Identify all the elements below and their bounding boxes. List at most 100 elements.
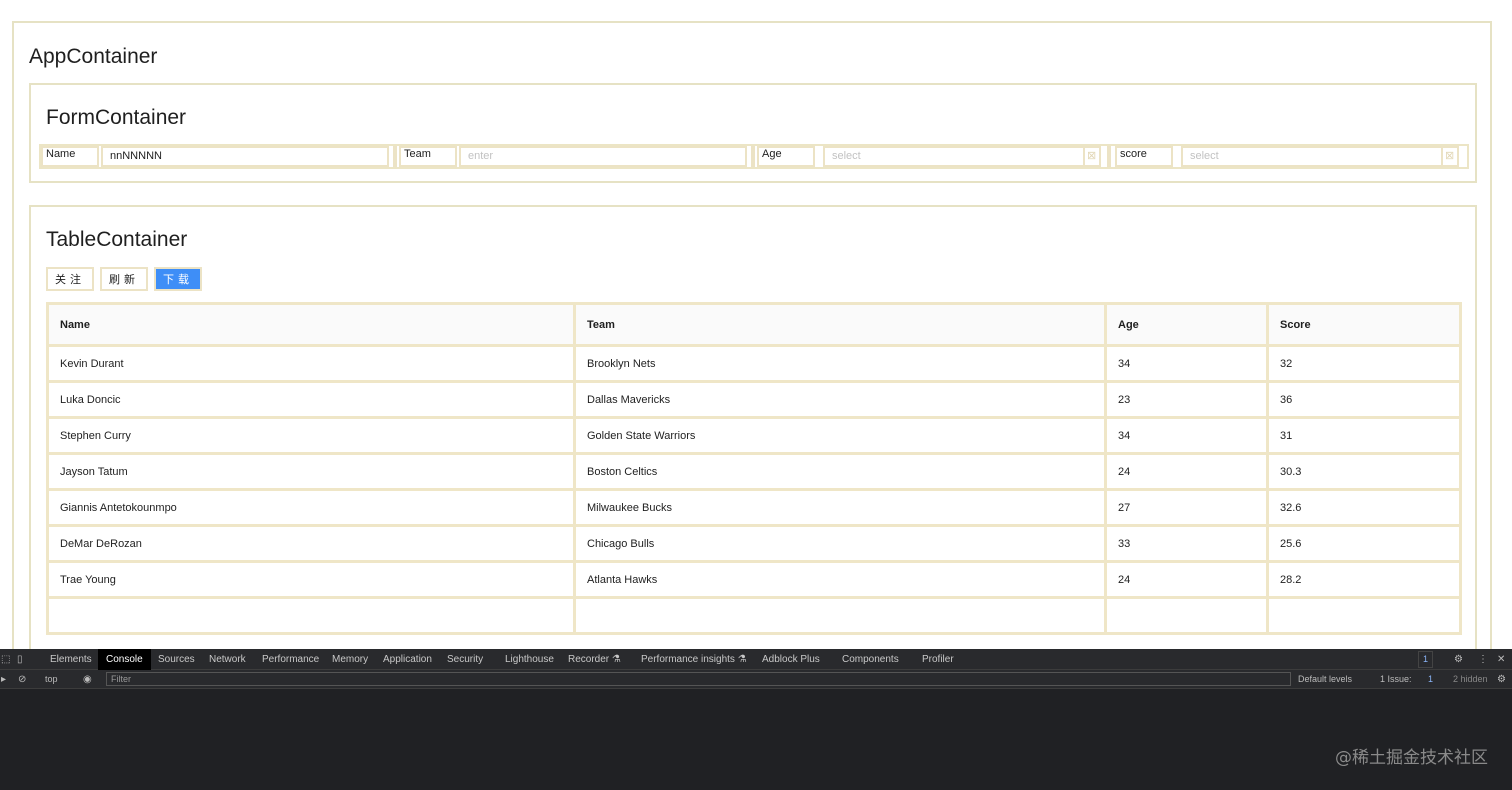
inspect-icon[interactable]: ⬚ xyxy=(1,649,10,670)
devtools-tab-network[interactable]: Network xyxy=(201,649,254,670)
refresh-button[interactable]: 刷新 xyxy=(100,267,148,291)
log-levels-dropdown[interactable]: Default levels xyxy=(1298,670,1352,689)
column-header-score[interactable]: Score xyxy=(1266,302,1462,347)
devtools-tab-sources[interactable]: Sources xyxy=(150,649,203,670)
form-title: FormContainer xyxy=(46,106,187,129)
name-label: Name xyxy=(41,146,99,167)
column-header-age[interactable]: Age xyxy=(1104,302,1269,347)
cell-team: Boston Celtics xyxy=(573,452,1107,491)
cell-score: 25.6 xyxy=(1266,524,1462,563)
devtools-tab-lighthouse[interactable]: Lighthouse xyxy=(497,649,562,670)
cell-age: 27 xyxy=(1104,488,1269,527)
app-container: AppContainer FormContainer Name nnNNNNN … xyxy=(12,21,1492,661)
age-select[interactable]: select xyxy=(823,146,1085,167)
form-row: Name nnNNNNN Team enter Age select score… xyxy=(39,144,1469,169)
team-field: Team enter xyxy=(399,146,749,167)
console-filter-input[interactable]: Filter xyxy=(106,672,1291,686)
cell-score: 28.2 xyxy=(1266,560,1462,599)
table-row[interactable]: Stephen Curry Golden State Warriors 34 3… xyxy=(46,416,1462,455)
sidebar-toggle-icon[interactable]: ▸ xyxy=(1,670,6,689)
devtools-tab-components[interactable]: Components xyxy=(834,649,907,670)
cell-score: 30.3 xyxy=(1266,452,1462,491)
cell-name: Giannis Antetokounmpo xyxy=(46,488,576,527)
table-row[interactable]: Giannis Antetokounmpo Milwaukee Bucks 27… xyxy=(46,488,1462,527)
cell-team: Golden State Warriors xyxy=(573,416,1107,455)
issues-count: 1 xyxy=(1428,674,1434,684)
cell-score: 36 xyxy=(1266,380,1462,419)
score-label: score xyxy=(1115,146,1173,167)
name-input[interactable]: nnNNNNN xyxy=(101,146,389,167)
devtools-tab-performance-insights[interactable]: Performance insights ⚗ xyxy=(633,649,755,670)
follow-button[interactable]: 关注 xyxy=(46,267,94,291)
devtools-tab-profiler[interactable]: Profiler xyxy=(914,649,962,670)
age-label: Age xyxy=(757,146,815,167)
messages-badge[interactable]: 1 xyxy=(1418,651,1434,668)
devtools-tab-security[interactable]: Security xyxy=(439,649,491,670)
watermark: @稀土掘金技术社区 xyxy=(1335,748,1488,768)
devtools-tab-console[interactable]: Console xyxy=(98,649,151,670)
score-select[interactable]: select xyxy=(1181,146,1443,167)
data-table: Name Team Age Score Kevin Durant Brookly… xyxy=(46,302,1462,635)
cell-team: Atlanta Hawks xyxy=(573,560,1107,599)
cell-score xyxy=(1266,596,1462,635)
devtools-tab-adblock-plus[interactable]: Adblock Plus xyxy=(754,649,828,670)
table-row[interactable] xyxy=(46,596,1462,635)
table-header-row: Name Team Age Score xyxy=(46,302,1462,347)
download-button[interactable]: 下载 xyxy=(154,267,202,291)
cell-age xyxy=(1104,596,1269,635)
eye-icon[interactable]: ◉ xyxy=(83,670,92,689)
devtools-tab-recorder[interactable]: Recorder ⚗ xyxy=(560,649,629,670)
table-row[interactable]: Trae Young Atlanta Hawks 24 28.2 xyxy=(46,560,1462,599)
cell-score: 32 xyxy=(1266,344,1462,383)
form-container: FormContainer Name nnNNNNN Team enter Ag… xyxy=(29,83,1477,183)
table-row[interactable]: Jayson Tatum Boston Celtics 24 30.3 xyxy=(46,452,1462,491)
cell-age: 33 xyxy=(1104,524,1269,563)
devtools-tab-memory[interactable]: Memory xyxy=(324,649,376,670)
cell-name: Jayson Tatum xyxy=(46,452,576,491)
devtools-panel: ⬚ ▯ Elements Console Sources Network Per… xyxy=(0,649,1512,790)
more-menu-icon[interactable]: ⋮ xyxy=(1478,649,1488,670)
cell-team: Brooklyn Nets xyxy=(573,344,1107,383)
table-row[interactable]: DeMar DeRozan Chicago Bulls 33 25.6 xyxy=(46,524,1462,563)
cell-score: 31 xyxy=(1266,416,1462,455)
devtools-tab-bar: ⬚ ▯ Elements Console Sources Network Per… xyxy=(0,649,1512,670)
gear-icon[interactable]: ⚙ xyxy=(1454,649,1463,670)
field-separator xyxy=(1107,146,1111,167)
field-separator xyxy=(751,146,755,167)
cell-age: 34 xyxy=(1104,344,1269,383)
table-row[interactable]: Kevin Durant Brooklyn Nets 34 32 xyxy=(46,344,1462,383)
cell-name xyxy=(46,596,576,635)
devtools-tab-performance[interactable]: Performance xyxy=(254,649,327,670)
cell-age: 24 xyxy=(1104,560,1269,599)
team-input[interactable]: enter xyxy=(459,146,747,167)
field-separator xyxy=(393,146,397,167)
table-row[interactable]: Luka Doncic Dallas Mavericks 23 36 xyxy=(46,380,1462,419)
clear-console-icon[interactable]: ⊘ xyxy=(18,670,26,689)
close-icon[interactable]: ✕ xyxy=(1497,649,1505,670)
table-title: TableContainer xyxy=(46,228,188,251)
column-header-team[interactable]: Team xyxy=(573,302,1107,347)
cell-score: 32.6 xyxy=(1266,488,1462,527)
devtools-tab-elements[interactable]: Elements xyxy=(42,649,100,670)
device-toolbar-icon[interactable]: ▯ xyxy=(17,649,23,670)
clear-icon[interactable] xyxy=(1083,146,1101,167)
hidden-count: 2 hidden xyxy=(1453,674,1488,684)
cell-age: 23 xyxy=(1104,380,1269,419)
cell-name: Kevin Durant xyxy=(46,344,576,383)
age-field: Age select xyxy=(757,146,1107,167)
cell-team: Chicago Bulls xyxy=(573,524,1107,563)
cell-name: Stephen Curry xyxy=(46,416,576,455)
context-selector[interactable]: top xyxy=(45,670,58,689)
column-header-name[interactable]: Name xyxy=(46,302,576,347)
cell-team: Dallas Mavericks xyxy=(573,380,1107,419)
cell-age: 24 xyxy=(1104,452,1269,491)
console-toolbar: ▸ ⊘ top ◉ Filter Default levels 1 Issue:… xyxy=(0,670,1512,689)
team-label: Team xyxy=(399,146,457,167)
clear-icon[interactable] xyxy=(1441,146,1459,167)
cell-name: Trae Young xyxy=(46,560,576,599)
console-settings-icon[interactable]: ⚙ xyxy=(1497,670,1506,689)
issues-button[interactable]: 1 Issue: xyxy=(1380,670,1412,689)
cell-team: Milwaukee Bucks xyxy=(573,488,1107,527)
devtools-tab-application[interactable]: Application xyxy=(375,649,440,670)
cell-team xyxy=(573,596,1107,635)
